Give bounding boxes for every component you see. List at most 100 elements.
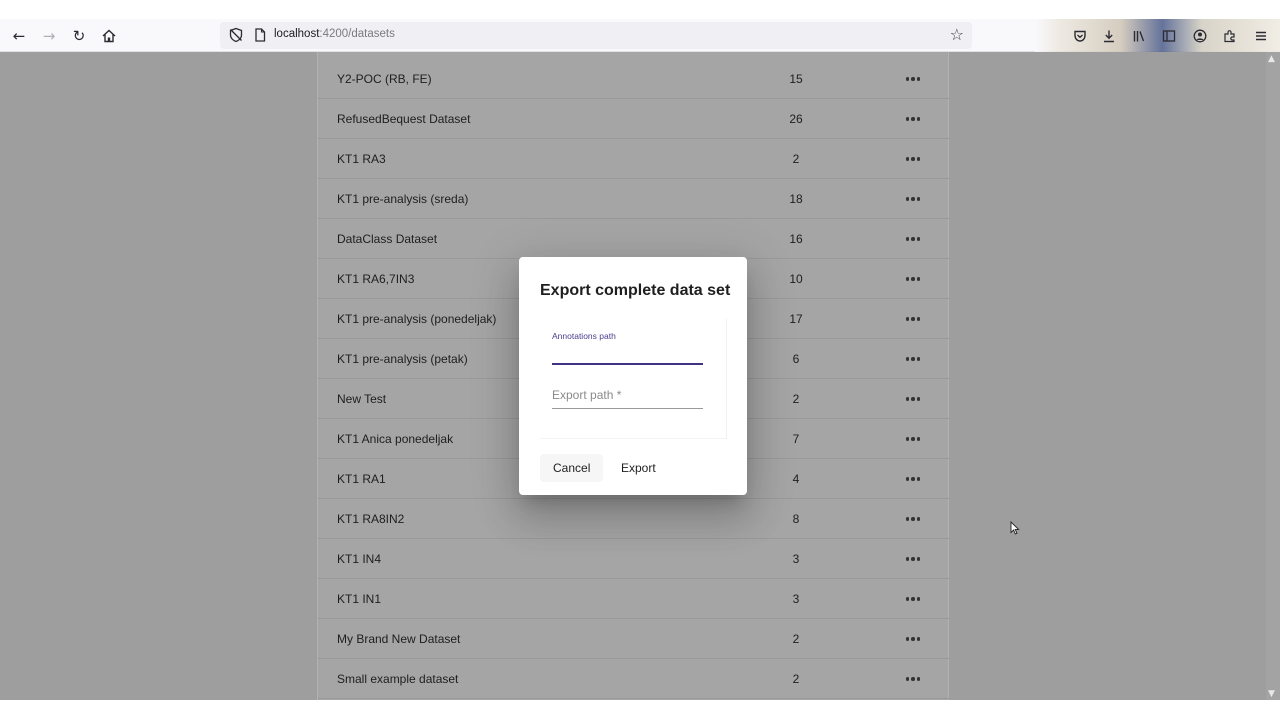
dataset-count: 26 xyxy=(789,112,803,126)
dataset-count: 16 xyxy=(789,232,803,246)
dataset-name: Small example dataset xyxy=(337,672,459,686)
dataset-row[interactable]: KT1 RA3 2 xyxy=(318,139,950,179)
url-host: localhost xyxy=(274,28,320,40)
more-dot xyxy=(911,677,915,681)
scroll-up-icon[interactable]: ▲ xyxy=(1268,54,1275,64)
annotations-path-label: Annotations path xyxy=(552,331,616,341)
more-dot xyxy=(905,557,910,561)
pocket-icon[interactable] xyxy=(1071,27,1089,45)
more-dot xyxy=(916,597,921,601)
cancel-button[interactable]: Cancel xyxy=(540,454,604,482)
more-options-icon[interactable] xyxy=(900,429,926,449)
forward-icon[interactable]: → xyxy=(37,24,61,48)
export-path-input[interactable] xyxy=(552,385,703,405)
more-options-icon[interactable] xyxy=(900,189,926,209)
more-dot xyxy=(905,597,910,601)
more-dot xyxy=(905,357,910,361)
more-dot xyxy=(905,117,910,121)
more-dot xyxy=(905,77,910,81)
more-dot xyxy=(916,677,921,681)
more-options-icon[interactable] xyxy=(900,669,926,689)
more-dot xyxy=(905,277,910,281)
dataset-row[interactable]: DataClass Dataset 16 xyxy=(318,219,950,259)
more-dot xyxy=(905,397,910,401)
annotations-path-underline xyxy=(552,363,703,365)
dataset-count: 6 xyxy=(792,352,800,366)
more-dot xyxy=(905,677,910,681)
more-dot xyxy=(911,77,915,81)
page-info-icon[interactable] xyxy=(252,27,268,43)
more-options-icon[interactable] xyxy=(900,69,926,89)
more-options-icon[interactable] xyxy=(900,109,926,129)
export-path-field[interactable] xyxy=(552,383,703,411)
dataset-row[interactable]: KT1 RA8IN2 8 xyxy=(318,499,950,539)
dataset-row[interactable]: KT1 IN4 3 xyxy=(318,539,950,579)
dataset-count: 3 xyxy=(792,552,800,566)
dataset-count: 8 xyxy=(792,512,800,526)
scrollbar[interactable]: ▲ ▼ xyxy=(1266,52,1280,700)
more-dot xyxy=(911,597,915,601)
mouse-cursor-icon xyxy=(1010,521,1020,535)
more-dot xyxy=(911,557,915,561)
dataset-row[interactable]: My Brand New Dataset 2 xyxy=(318,619,950,659)
dataset-count: 2 xyxy=(792,672,800,686)
tracking-shield-icon[interactable] xyxy=(228,27,244,43)
annotations-path-field[interactable]: Annotations path xyxy=(552,327,703,367)
downloads-icon[interactable] xyxy=(1100,27,1118,45)
more-dot xyxy=(905,197,910,201)
export-path-underline xyxy=(552,408,703,409)
more-dot xyxy=(911,517,915,521)
dataset-row[interactable]: RefusedBequest Dataset 26 xyxy=(318,99,950,139)
export-button[interactable]: Export xyxy=(608,454,669,482)
dataset-name: KT1 pre-analysis (ponedeljak) xyxy=(337,312,497,326)
sidebar-icon[interactable] xyxy=(1160,27,1178,45)
more-dot xyxy=(916,157,921,161)
more-dot xyxy=(916,517,921,521)
dataset-row[interactable]: KT1 IN1 3 xyxy=(318,579,950,619)
more-dot xyxy=(905,517,910,521)
more-dot xyxy=(916,357,921,361)
dataset-row[interactable]: Y2-POC (RB, FE) 15 xyxy=(318,59,950,99)
more-dot xyxy=(916,557,921,561)
more-options-icon[interactable] xyxy=(900,469,926,489)
more-options-icon[interactable] xyxy=(900,349,926,369)
menu-icon[interactable] xyxy=(1252,27,1270,45)
more-options-icon[interactable] xyxy=(900,229,926,249)
more-dot xyxy=(911,237,915,241)
export-dialog: Export complete data set Annotations pat… xyxy=(519,257,747,495)
more-options-icon[interactable] xyxy=(900,629,926,649)
dataset-name: RefusedBequest Dataset xyxy=(337,112,471,126)
url-path: :4200/datasets xyxy=(319,28,395,40)
dataset-name: KT1 IN4 xyxy=(337,552,382,566)
more-dot xyxy=(911,357,915,361)
dataset-name: KT1 IN1 xyxy=(337,592,382,606)
extensions-icon[interactable] xyxy=(1221,27,1239,45)
more-dot xyxy=(916,117,921,121)
back-icon[interactable]: ← xyxy=(7,24,31,48)
more-options-icon[interactable] xyxy=(900,269,926,289)
more-dot xyxy=(916,477,921,481)
more-dot xyxy=(905,237,910,241)
annotations-path-input[interactable] xyxy=(552,343,703,361)
dataset-count: 18 xyxy=(789,192,803,206)
more-options-icon[interactable] xyxy=(900,549,926,569)
bookmark-star-icon[interactable]: ☆ xyxy=(950,25,964,44)
dataset-row[interactable]: Small example dataset 2 xyxy=(318,659,950,699)
more-options-icon[interactable] xyxy=(900,309,926,329)
url-text[interactable]: localhost:4200/datasets xyxy=(274,28,395,40)
more-options-icon[interactable] xyxy=(900,589,926,609)
dataset-count: 3 xyxy=(792,592,800,606)
url-bar[interactable]: localhost:4200/datasets ☆ xyxy=(220,22,972,49)
home-icon[interactable] xyxy=(97,24,121,48)
more-dot xyxy=(911,397,915,401)
account-icon[interactable] xyxy=(1191,27,1209,45)
library-icon[interactable] xyxy=(1130,27,1148,45)
reload-icon[interactable]: ↻ xyxy=(67,24,91,48)
dataset-row[interactable]: KT1 pre-analysis (sreda) 18 xyxy=(318,179,950,219)
more-options-icon[interactable] xyxy=(900,509,926,529)
top-strip xyxy=(0,0,1280,19)
more-options-icon[interactable] xyxy=(900,149,926,169)
more-options-icon[interactable] xyxy=(900,389,926,409)
scroll-down-icon[interactable]: ▼ xyxy=(1268,689,1275,699)
more-dot xyxy=(916,277,921,281)
